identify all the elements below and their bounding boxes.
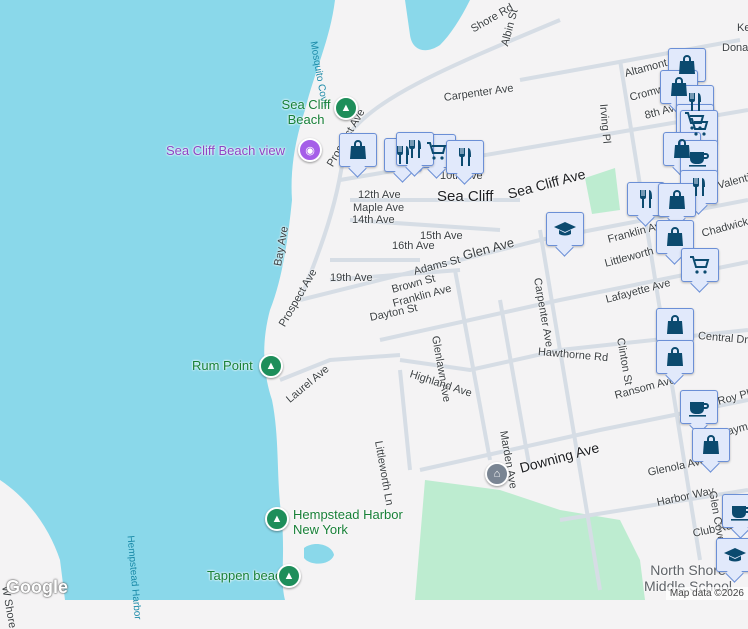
school-marker[interactable] <box>546 212 584 246</box>
google-logo[interactable]: Google <box>6 577 68 598</box>
school-icon <box>724 548 746 562</box>
coffee-icon <box>731 506 748 521</box>
poi-sea-cliff-beach-view[interactable]: Sea Cliff Beach view <box>166 143 285 158</box>
restaurant-icon <box>459 148 471 166</box>
shopping-bag-icon <box>350 140 366 159</box>
poi-sea-cliff-beach[interactable]: Sea Cliff Beach <box>276 97 336 127</box>
restaurant-icon <box>409 140 421 158</box>
coffee-marker[interactable] <box>722 494 748 528</box>
street-label: 14th Ave <box>352 214 395 226</box>
street-label: Donald <box>722 42 748 54</box>
park-icon[interactable]: ▲ <box>334 96 358 120</box>
poi-rum-point[interactable]: Rum Point <box>192 358 253 373</box>
place-title: Sea Cliff <box>437 188 494 205</box>
shopping-bag-icon <box>703 435 719 454</box>
restaurant-icon <box>693 178 705 196</box>
shopping-bag-icon <box>669 190 685 209</box>
shopping-bag-icon <box>667 315 683 334</box>
coffee-marker[interactable] <box>680 390 718 424</box>
shopping-bag-marker[interactable] <box>692 428 730 462</box>
coffee-icon <box>689 402 709 417</box>
shopping-cart-icon <box>690 256 710 274</box>
water-mosquito-cove <box>405 0 470 51</box>
park-icon[interactable]: ▲ <box>277 564 301 588</box>
street-label: Maple Ave <box>353 202 405 214</box>
restaurant-marker[interactable] <box>446 140 484 174</box>
poi-hempstead-harbor[interactable]: Hempstead Harbor New York <box>293 507 403 537</box>
street-label: 19th Ave <box>330 272 373 284</box>
shopping-bag-marker[interactable] <box>656 308 694 342</box>
map-attribution[interactable]: Map data ©2026 <box>665 587 748 600</box>
school-icon <box>554 222 576 236</box>
school-icon[interactable]: ⌂ <box>485 462 509 486</box>
street-label: Kent <box>737 22 748 34</box>
shopping-cart-marker[interactable] <box>681 248 719 282</box>
shopping-cart-icon <box>427 142 447 160</box>
park-icon[interactable]: ▲ <box>265 507 289 531</box>
park-area <box>415 480 645 600</box>
shopping-bag-icon <box>667 347 683 366</box>
shopping-bag-icon <box>679 55 695 74</box>
school-marker[interactable] <box>716 538 748 572</box>
restaurant-icon <box>640 190 652 208</box>
shopping-bag-icon <box>667 227 683 246</box>
park-small <box>585 168 620 214</box>
park-icon[interactable]: ▲ <box>259 354 283 378</box>
pond <box>304 544 334 564</box>
camera-icon[interactable]: ◉ <box>298 138 322 162</box>
coffee-icon <box>689 152 709 167</box>
shopping-bag-marker[interactable] <box>339 133 377 167</box>
street-label: 12th Ave <box>358 189 401 201</box>
shopping-cart-icon <box>689 118 709 136</box>
street-label: 16th Ave <box>392 240 435 252</box>
shopping-bag-marker[interactable] <box>656 340 694 374</box>
